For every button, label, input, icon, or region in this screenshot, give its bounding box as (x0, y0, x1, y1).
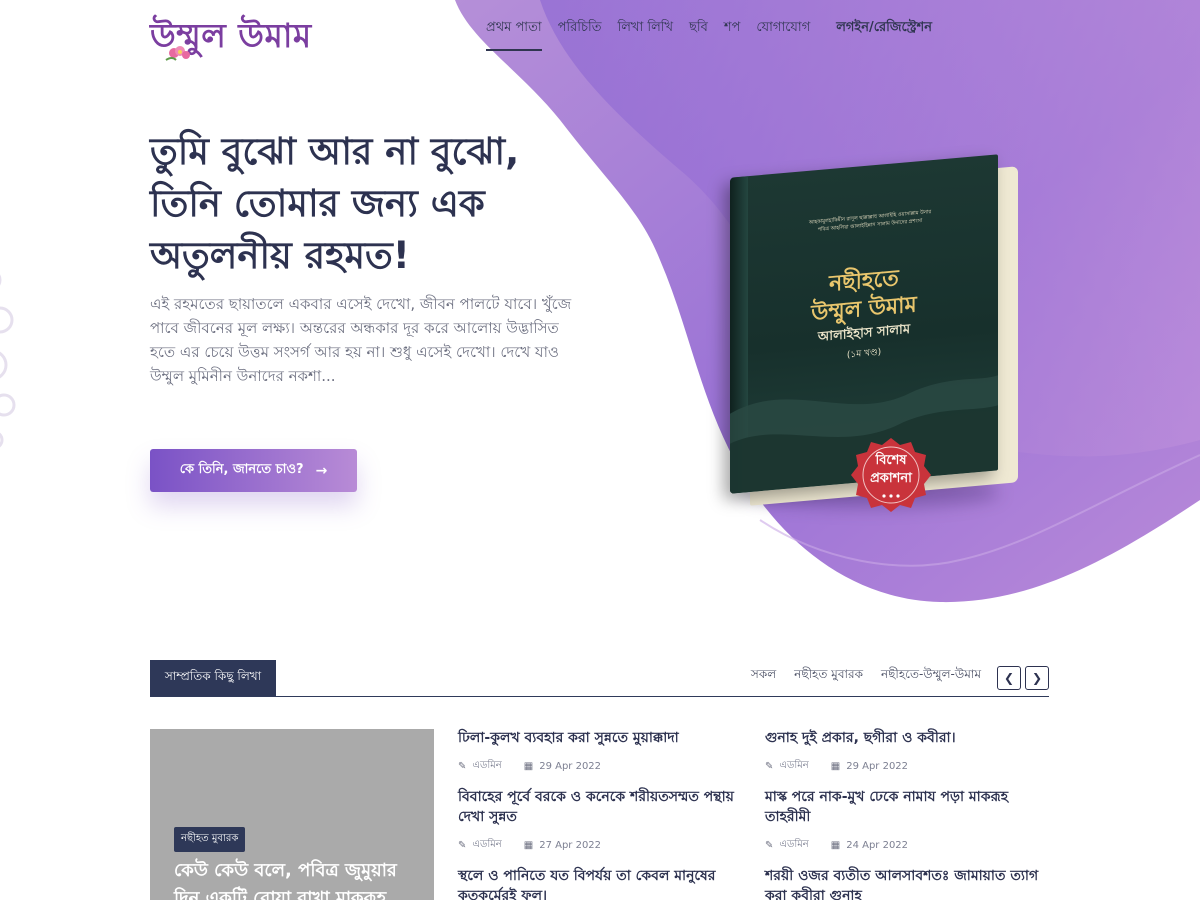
category-badge[interactable]: নছীহত মুবারক (174, 827, 246, 852)
hero-title: তুমি বুঝো আর না বুঝো, তিনি তোমার জন্য এক… (150, 126, 590, 282)
post-title[interactable]: শরয়ী ওজর ব্যতীত আলসাবশতঃ জামায়াত ত্যাগ… (765, 866, 1045, 900)
filter-nasihat[interactable]: নছীহত মুবারক (794, 666, 863, 686)
post-title[interactable]: বিবাহের পূর্বে বরকে ও কনেকে শরীয়তসম্মত … (458, 787, 738, 827)
hero-title-line: তুমি বুঝো আর না বুঝো, (150, 130, 520, 173)
featured-post-title[interactable]: কেউ কেউ বলে, পবিত্র জুমুয়ার দিন একটি রো… (174, 857, 424, 900)
post-item: শরয়ী ওজর ব্যতীত আলসাবশতঃ জামায়াত ত্যাগ… (765, 866, 1045, 900)
recent-section-tab: সাম্প্রতিক কিছু লিখা (150, 660, 276, 696)
post-meta: ✎ এডমিন ▦ 27 Apr 2022 (458, 837, 738, 854)
site-header: উম্মুল উমাম প্রথম পাতা পরিচিতি লিখা লিখি… (0, 0, 1200, 61)
post-date: 27 Apr 2022 (539, 840, 602, 851)
flower-icon (165, 46, 190, 61)
post-author: এডমিন (779, 760, 809, 771)
pencil-icon: ✎ (458, 840, 467, 851)
next-button[interactable]: ❯ (1025, 666, 1049, 690)
filter-tabs: সকল নছীহত মুবারক নছীহতে-উম্মুল-উমাম (751, 666, 981, 686)
seal-text-line: প্রকাশনা (870, 471, 912, 486)
cta-button[interactable]: কে তিনি, জানতে চাও? → (150, 449, 357, 492)
filter-nasihate-ummul-umam[interactable]: নছীহতে-উম্মুল-উমাম (881, 666, 981, 686)
post-item: স্থলে ও পানিতে যত বিপর্যয় তা কেবল মানুষ… (458, 866, 738, 900)
pencil-icon: ✎ (458, 761, 467, 772)
post-meta: ✎ এডমিন ▦ 24 Apr 2022 (765, 837, 1045, 854)
calendar-icon: ▦ (523, 840, 534, 851)
book-image: আহকামুলহাকিমীন রাসূল ছাল্লাল্লাহু আলাইহি… (720, 148, 1030, 518)
hero-title-line: তিনি তোমার জন্য এক (150, 182, 485, 225)
post-author: এডমিন (472, 839, 502, 850)
chevron-right-icon: ❯ (1031, 671, 1043, 685)
main-nav: প্রথম পাতা পরিচিতি লিখা লিখি ছবি শপ যোগা… (486, 18, 948, 51)
seal-text-line: বিশেষ (875, 453, 907, 468)
nav-item-home[interactable]: প্রথম পাতা (486, 18, 542, 51)
nav-item-gallery[interactable]: ছবি (689, 18, 708, 51)
nav-item-writings[interactable]: লিখা লিখি (618, 18, 674, 51)
chevron-left-icon: ❮ (1003, 671, 1015, 685)
recent-section-header: সাম্প্রতিক কিছু লিখা সকল নছীহত মুবারক নছ… (150, 660, 1049, 697)
post-author: এডমিন (472, 760, 502, 771)
calendar-icon: ▦ (830, 840, 841, 851)
prev-button[interactable]: ❮ (997, 666, 1021, 690)
nav-item-contact[interactable]: যোগাযোগ (756, 18, 810, 51)
seal-text: বিশেষ প্রকাশনা (850, 452, 932, 488)
nav-item-shop[interactable]: শপ (724, 18, 741, 51)
post-title[interactable]: গুনাহ দুই প্রকার, ছগীরা ও কবীরা। (765, 728, 1045, 748)
post-item: গুনাহ দুই প্রকার, ছগীরা ও কবীরা। ✎ এডমিন… (765, 728, 1045, 775)
arrow-right-icon: → (315, 462, 328, 479)
pencil-icon: ✎ (765, 840, 774, 851)
pencil-icon: ✎ (765, 761, 774, 772)
nav-item-login[interactable]: লগইন/রেজিস্ট্রেশন (836, 18, 932, 51)
nav-item-about[interactable]: পরিচিতি (558, 18, 602, 51)
post-date: 29 Apr 2022 (846, 761, 909, 772)
calendar-icon: ▦ (523, 761, 534, 772)
post-item: বিবাহের পূর্বে বরকে ও কনেকে শরীয়তসম্মত … (458, 787, 738, 854)
mandala-decoration (0, 274, 16, 448)
hero-title-line: অতুলনীয় রহমত! (150, 234, 410, 277)
featured-post-card[interactable]: নছীহত মুবারক কেউ কেউ বলে, পবিত্র জুমুয়া… (150, 729, 434, 900)
book-cover-small-text: আহকামুলহাকিমীন রাসূল ছাল্লাল্লাহু আলাইহি… (770, 205, 970, 238)
cta-label: কে তিনি, জানতে চাও? (179, 462, 304, 477)
post-title[interactable]: মাস্ক পরে নাক-মুখ ঢেকে নামায পড়া মাকরূহ… (765, 787, 1045, 827)
post-author: এডমিন (779, 839, 809, 850)
post-item: ঢিলা-কুলখ ব্যবহার করা সুন্নতে মুয়াক্কাদ… (458, 728, 738, 775)
post-title[interactable]: স্থলে ও পানিতে যত বিপর্যয় তা কেবল মানুষ… (458, 866, 738, 900)
hero-description: এই রহমতের ছায়াতলে একবার এসেই দেখো, জীবন… (150, 295, 572, 385)
special-edition-seal: বিশেষ প্রকাশনা (850, 436, 932, 518)
calendar-icon: ▦ (830, 761, 841, 772)
site-logo[interactable]: উম্মুল উমাম (150, 8, 311, 64)
post-title[interactable]: ঢিলা-কুলখ ব্যবহার করা সুন্নতে মুয়াক্কাদ… (458, 728, 738, 748)
post-date: 29 Apr 2022 (539, 761, 602, 772)
post-date: 24 Apr 2022 (846, 840, 909, 851)
filter-all[interactable]: সকল (751, 666, 776, 686)
post-meta: ✎ এডমিন ▦ 29 Apr 2022 (765, 758, 1045, 775)
post-item: মাস্ক পরে নাক-মুখ ঢেকে নামায পড়া মাকরূহ… (765, 787, 1045, 854)
post-meta: ✎ এডমিন ▦ 29 Apr 2022 (458, 758, 738, 775)
